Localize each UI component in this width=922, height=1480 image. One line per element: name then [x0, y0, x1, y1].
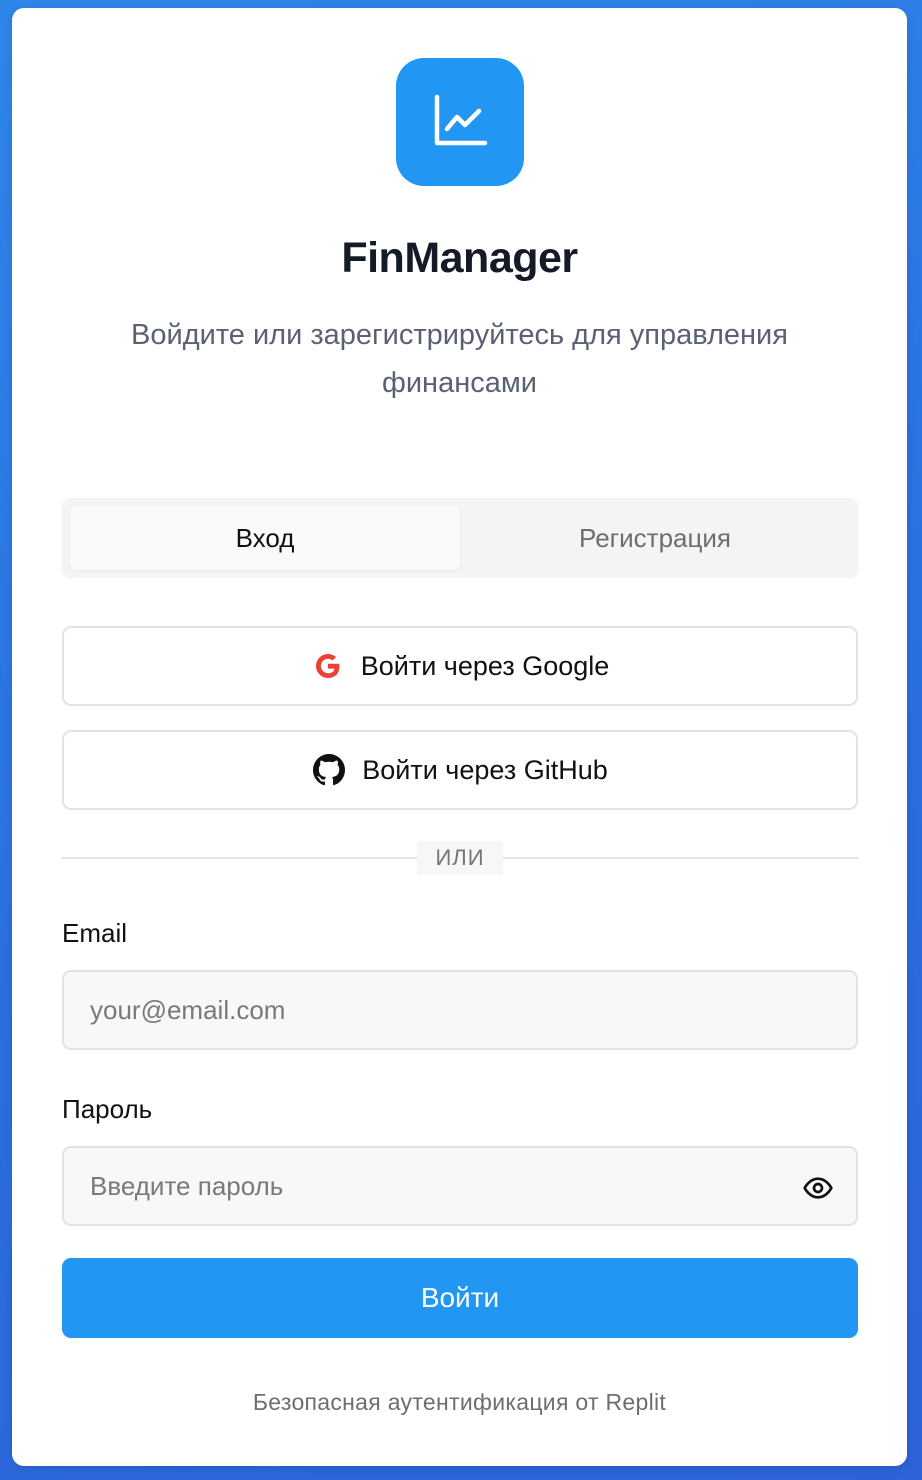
- app-subtitle: Войдите или зарегистрируйтесь для управл…: [131, 319, 788, 399]
- auth-tabs: Вход Регистрация: [62, 498, 858, 578]
- eye-icon: [803, 1177, 833, 1199]
- app-logo: [396, 58, 524, 186]
- password-label: Пароль: [62, 1094, 153, 1124]
- password-field[interactable]: [62, 1146, 858, 1226]
- google-icon: [311, 649, 345, 683]
- divider-or-text: ИЛИ: [417, 841, 503, 875]
- auth-card: FinManager Войдите или зарегистрируйтесь…: [12, 8, 907, 1466]
- line-chart-icon: [434, 94, 488, 146]
- google-login-label: Войти через Google: [360, 650, 610, 681]
- email-field[interactable]: [62, 970, 858, 1050]
- footer-note: Безопасная аутентификация от Replit: [252, 1389, 667, 1415]
- password-visibility-toggle[interactable]: [798, 1168, 838, 1208]
- app-title: FinManager: [341, 234, 578, 282]
- tab-register[interactable]: Регистрация: [460, 506, 850, 570]
- email-label: Email: [62, 918, 128, 948]
- google-login-button[interactable]: Войти через Google: [62, 626, 858, 706]
- login-submit-button[interactable]: Войти: [62, 1258, 858, 1338]
- github-icon: [312, 753, 346, 787]
- github-login-button[interactable]: Войти через GitHub: [62, 730, 858, 810]
- tab-login[interactable]: Вход: [70, 506, 460, 570]
- github-login-label: Войти через GitHub: [362, 754, 608, 785]
